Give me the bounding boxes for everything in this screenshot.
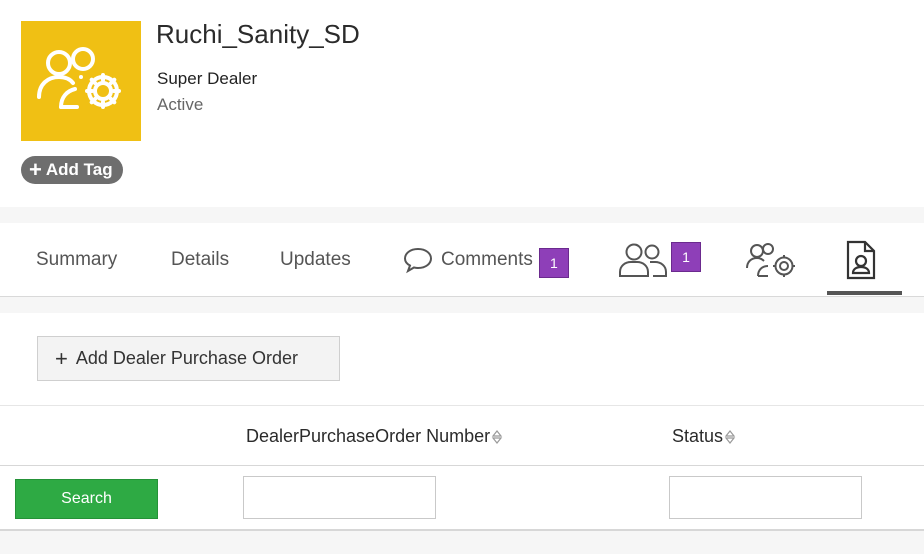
active-tab-indicator <box>827 291 902 295</box>
users-gear-icon <box>746 242 795 277</box>
column-header-status-label: Status <box>672 426 724 446</box>
section-divider <box>0 297 924 313</box>
column-header-number[interactable]: DealerPurchaseOrder Number <box>246 426 503 447</box>
plus-icon: + <box>29 157 42 182</box>
comments-count-badge: 1 <box>538 247 569 278</box>
tab-bar: Summary Details Updates Comments 1 1 <box>0 223 924 297</box>
tab-comments-label: Comments <box>441 248 533 270</box>
tab-details[interactable]: Details <box>171 223 229 296</box>
add-tag-button[interactable]: + Add Tag <box>21 156 123 184</box>
column-header-number-label: DealerPurchaseOrder Number <box>246 426 491 446</box>
add-dpo-label: Add Dealer Purchase Order <box>75 348 298 368</box>
search-button[interactable]: Search <box>15 479 158 519</box>
tab-comments[interactable]: Comments 1 <box>403 223 569 296</box>
sort-icon <box>724 429 736 444</box>
tab-summary[interactable]: Summary <box>36 223 117 296</box>
users-gear-icon <box>37 47 121 109</box>
plus-icon: + <box>55 345 68 371</box>
tab-contacts[interactable]: 1 <box>619 223 701 296</box>
contacts-count-badge: 1 <box>671 241 701 272</box>
sort-icon <box>491 429 503 444</box>
column-header-status[interactable]: Status <box>672 426 736 447</box>
status-filter-input[interactable] <box>669 476 862 519</box>
tab-users-settings[interactable] <box>746 223 796 296</box>
section-divider <box>0 207 924 223</box>
record-status: Active <box>157 95 204 114</box>
record-header: Ruchi_Sanity_SD Super Dealer Active + Ad… <box>0 0 924 207</box>
comment-icon <box>403 247 433 273</box>
add-tag-label: Add Tag <box>45 160 113 179</box>
users-icon <box>619 243 667 277</box>
dealer-avatar <box>21 21 141 141</box>
filter-row: Search <box>0 466 924 531</box>
tab-dealer-documents[interactable] <box>845 223 877 296</box>
table-footer <box>0 531 924 554</box>
tab-updates[interactable]: Updates <box>280 223 351 296</box>
record-role: Super Dealer <box>157 69 258 88</box>
add-dealer-purchase-order-button[interactable]: + Add Dealer Purchase Order <box>37 336 340 381</box>
record-title: Ruchi_Sanity_SD <box>156 19 360 49</box>
number-filter-input[interactable] <box>243 476 436 519</box>
table-header: DealerPurchaseOrder Number Status <box>0 405 924 467</box>
contact-document-icon <box>846 240 876 279</box>
